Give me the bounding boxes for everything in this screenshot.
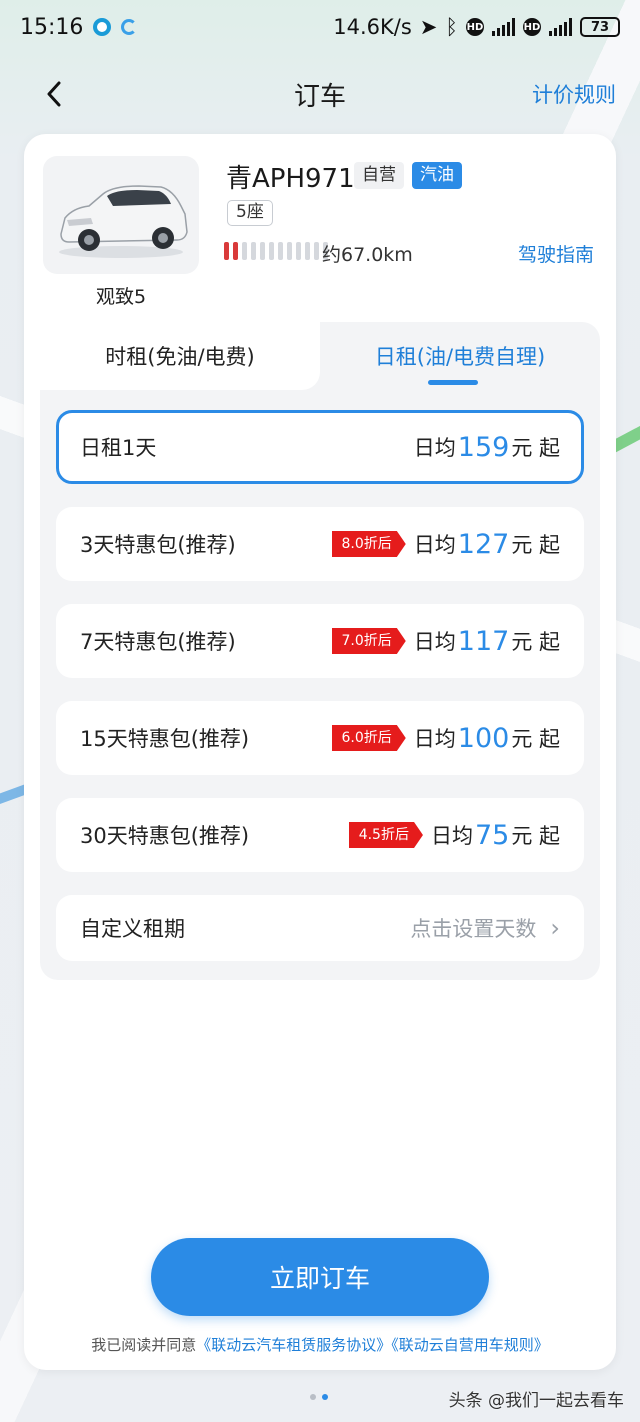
plan-option-3-day[interactable]: 3天特惠包(推荐) 8.0折后 日均 127 元 起 — [56, 507, 584, 581]
price-prefix: 日均 — [413, 436, 456, 460]
plan-label: 日租1天 — [80, 436, 157, 460]
battery-icon: 73 — [580, 17, 620, 37]
pricing-rules-link[interactable]: 计价规则 — [532, 79, 616, 109]
tab-active-indicator — [428, 380, 478, 385]
status-bar: 15:16 14.6K/s ➤ ᛒ HD HD 73 — [0, 0, 640, 54]
book-now-button[interactable]: 立即订车 — [151, 1238, 489, 1316]
fuel-segment — [224, 242, 229, 260]
hd-icon: HD — [523, 18, 541, 36]
price-suffix: 元 起 — [511, 727, 560, 751]
page-dot — [310, 1394, 316, 1400]
discount-badge: 8.0折后 — [331, 531, 406, 557]
fuel-level-gauge — [224, 242, 328, 260]
price-suffix: 元 起 — [511, 533, 560, 557]
car-image — [43, 156, 199, 274]
page-indicator — [310, 1394, 328, 1400]
usage-rules-link[interactable]: 《联动云自营用车规则》 — [391, 1336, 549, 1354]
seats-badge: 5座 — [227, 200, 273, 226]
service-agreement-link[interactable]: 《联动云汽车租赁服务协议》 — [196, 1336, 391, 1354]
fuel-type-badge: 汽油 — [412, 162, 462, 189]
range-text: 约67.0km — [322, 244, 413, 266]
fuel-segment — [287, 242, 292, 260]
plan-option-15-day[interactable]: 15天特惠包(推荐) 6.0折后 日均 100 元 起 — [56, 701, 584, 775]
price-prefix: 日均 — [413, 727, 456, 751]
plan-option-30-day[interactable]: 30天特惠包(推荐) 4.5折后 日均 75 元 起 — [56, 798, 584, 872]
price-prefix: 日均 — [413, 533, 456, 557]
discount-badge: 6.0折后 — [331, 725, 406, 751]
self-operated-badge: 自营 — [354, 162, 404, 189]
tab-hourly[interactable]: 时租(免油/电费) — [40, 322, 320, 390]
plate-number: 青APH971 — [226, 164, 355, 194]
plan-price: 75 — [474, 819, 510, 851]
status-time: 15:16 — [20, 14, 84, 40]
plan-label: 7天特惠包(推荐) — [80, 630, 236, 654]
plan-label: 30天特惠包(推荐) — [80, 824, 250, 848]
booking-card: 观致5 青APH971 自营 汽油 5座 约67.0km 驾驶指南 时租(免油/… — [24, 134, 616, 1370]
agreement-text: 我已阅读并同意《联动云汽车租赁服务协议》《联动云自营用车规则》 — [24, 1334, 616, 1355]
nav-header: 订车 计价规则 — [0, 62, 640, 126]
plan-price: 159 — [457, 431, 510, 463]
app-notification-icon — [93, 18, 112, 36]
price-suffix: 元 起 — [511, 630, 560, 654]
plan-price: 117 — [457, 625, 510, 657]
fuel-segment — [260, 242, 265, 260]
plan-price: 100 — [457, 722, 510, 754]
discount-badge: 4.5折后 — [348, 822, 423, 848]
fuel-segment — [296, 242, 301, 260]
fuel-segment — [242, 242, 247, 260]
watermark: 头条 @我们一起去看车 — [448, 1391, 624, 1411]
plan-option-7-day[interactable]: 7天特惠包(推荐) 7.0折后 日均 117 元 起 — [56, 604, 584, 678]
sync-icon — [121, 19, 138, 35]
hd-icon: HD — [466, 18, 484, 36]
fuel-segment — [314, 242, 319, 260]
fuel-segment — [269, 242, 274, 260]
plan-label: 3天特惠包(推荐) — [80, 533, 236, 557]
price-prefix: 日均 — [430, 824, 473, 848]
fuel-segment — [305, 242, 310, 260]
custom-period-option[interactable]: 自定义租期 点击设置天数 › — [56, 895, 584, 961]
page-dot-active — [322, 1394, 328, 1400]
signal-icon — [549, 18, 572, 36]
agreement-prefix: 我已阅读并同意 — [91, 1336, 197, 1354]
fuel-segment — [278, 242, 283, 260]
price-suffix: 元 起 — [511, 436, 560, 460]
plan-option-1-day[interactable]: 日租1天 日均 159 元 起 — [56, 410, 584, 484]
plan-label: 15天特惠包(推荐) — [80, 727, 250, 751]
car-model-name: 观致5 — [95, 286, 147, 308]
chevron-right-icon: › — [550, 914, 560, 942]
location-icon: ➤ — [419, 15, 438, 39]
bluetooth-icon: ᛒ — [445, 15, 458, 39]
custom-period-hint: 点击设置天数 — [410, 917, 537, 941]
discount-badge: 7.0折后 — [331, 628, 406, 654]
signal-icon — [492, 18, 515, 36]
price-prefix: 日均 — [413, 630, 456, 654]
rental-options-panel: 时租(免油/电费) 日租(油/电费自理) 日租1天 日均 159 元 起 3天特… — [40, 322, 600, 980]
price-suffix: 元 起 — [511, 824, 560, 848]
fuel-segment — [251, 242, 256, 260]
net-speed: 14.6K/s — [333, 15, 412, 39]
driving-guide-link[interactable]: 驾驶指南 — [518, 240, 594, 267]
fuel-segment — [233, 242, 238, 260]
custom-period-label: 自定义租期 — [80, 917, 185, 941]
plan-price: 127 — [457, 528, 510, 560]
